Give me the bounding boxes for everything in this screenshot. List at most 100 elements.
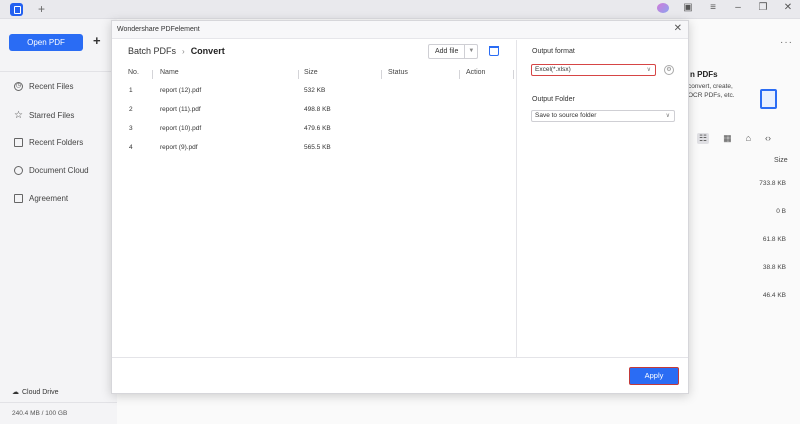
file-size: 61.8 KB (762, 236, 786, 243)
table-row[interactable]: 2 report (11).pdf 498.8 KB (124, 105, 514, 117)
cloud-icon (14, 166, 23, 175)
chevron-down-icon: ∨ (646, 67, 651, 73)
promo-title: n PDFs (690, 70, 718, 79)
table-row[interactable]: 3 report (10).pdf 479.6 KB (124, 124, 514, 136)
output-format-value: Excel(*.xlsx) (535, 66, 571, 73)
document-icon (14, 194, 23, 203)
row-name: report (10).pdf (160, 125, 202, 132)
add-icon[interactable]: + (93, 33, 101, 48)
column-divider[interactable] (152, 70, 153, 79)
row-size: 532 KB (304, 87, 326, 94)
settings-icon[interactable]: ⚙ (664, 65, 674, 75)
view-toolbar: ☷ ▦ ⌂ ‹› (697, 133, 771, 144)
options-pane (517, 40, 688, 357)
apply-button[interactable]: Apply (629, 367, 679, 385)
close-icon[interactable]: ✕ (674, 23, 682, 34)
output-folder-value: Save to source folder (535, 112, 597, 119)
column-divider[interactable] (459, 70, 460, 79)
window-controls: ▣ ≡ – ❐ ✕ (657, 2, 794, 13)
breadcrumb-parent[interactable]: Batch PDFs (128, 46, 176, 56)
sidebar: Open PDF + ◷ Recent Files ☆ Starred File… (0, 19, 117, 424)
column-divider[interactable] (298, 70, 299, 79)
sidebar-item-label: Recent Folders (29, 138, 84, 147)
clock-icon: ◷ (14, 82, 23, 91)
sidebar-item-starred-files[interactable]: ☆ Starred Files (14, 110, 74, 121)
column-divider[interactable] (513, 70, 514, 79)
add-file-label[interactable]: Add file (429, 45, 466, 58)
row-no: 2 (129, 106, 133, 113)
app-logo-icon (10, 3, 23, 16)
column-status: Status (388, 69, 408, 76)
add-file-button[interactable]: Add file ▼ (428, 44, 479, 59)
menu-icon[interactable]: ≡ (707, 2, 719, 13)
code-icon[interactable]: ‹› (765, 133, 771, 144)
row-size: 498.8 KB (304, 106, 331, 113)
file-size: 46.4 KB (762, 292, 786, 299)
output-folder-label: Output Folder (532, 96, 575, 103)
column-divider[interactable] (381, 70, 382, 79)
divider (112, 357, 688, 358)
sidebar-item-recent-folders[interactable]: Recent Folders (14, 138, 83, 147)
avatar[interactable] (657, 2, 669, 13)
file-size: 0 B (776, 208, 786, 215)
grid-view-icon[interactable]: ▦ (723, 133, 732, 144)
dialog-title: Wondershare PDFelement (117, 26, 200, 33)
star-icon: ☆ (14, 110, 23, 121)
cloud-icon: ☁ (12, 389, 19, 396)
more-options-icon[interactable]: ··· (780, 37, 793, 48)
output-format-select[interactable]: Excel(*.xlsx) ∨ (531, 64, 656, 76)
trash-icon[interactable] (489, 46, 499, 56)
row-no: 1 (129, 87, 133, 94)
row-no: 4 (129, 144, 133, 151)
sidebar-item-label: Document Cloud (29, 166, 89, 175)
output-format-label: Output format (532, 48, 575, 55)
new-tab-icon[interactable]: + (38, 2, 45, 16)
close-window-icon[interactable]: ✕ (782, 2, 794, 13)
list-view-icon[interactable]: ☷ (697, 133, 710, 144)
cloud-drive-label: Cloud Drive (22, 388, 59, 396)
breadcrumb: Batch PDFs › Convert (128, 46, 225, 56)
chevron-down-icon[interactable]: ▼ (465, 45, 477, 58)
table-header: No. Name Size Status Action (124, 68, 514, 80)
folder-icon (14, 138, 23, 147)
dialog-header: Wondershare PDFelement ✕ (112, 21, 688, 39)
row-name: report (9).pdf (160, 144, 198, 151)
sidebar-item-label: Recent Files (29, 82, 74, 91)
breadcrumb-current: Convert (190, 46, 225, 56)
row-size: 565.5 KB (304, 144, 331, 151)
sidebar-item-label: Agreement (29, 194, 69, 203)
table-row[interactable]: 4 report (9).pdf 565.5 KB (124, 143, 514, 155)
column-name: Name (160, 69, 179, 76)
open-pdf-button[interactable]: Open PDF (9, 34, 83, 51)
storage-usage: 240.4 MB / 100 GB (12, 410, 68, 417)
column-no: No. (128, 69, 139, 76)
file-size: 38.8 KB (762, 264, 786, 271)
delete-icon[interactable]: ⌂ (746, 133, 751, 144)
output-folder-select[interactable]: Save to source folder ∨ (531, 110, 675, 122)
message-icon[interactable]: ▣ (682, 2, 694, 13)
sidebar-item-label: Starred Files (28, 111, 75, 120)
row-size: 479.6 KB (304, 125, 331, 132)
column-size: Size (304, 69, 318, 76)
chevron-down-icon: ∨ (665, 113, 670, 119)
document-icon (760, 89, 777, 109)
divider (0, 71, 117, 72)
sidebar-item-recent-files[interactable]: ◷ Recent Files (14, 82, 73, 91)
minimize-icon[interactable]: – (732, 2, 744, 13)
file-size: 733.8 KB (759, 180, 786, 187)
table-row[interactable]: 1 report (12).pdf 532 KB (124, 86, 514, 98)
column-action: Action (466, 69, 486, 76)
row-name: report (12).pdf (160, 87, 202, 94)
maximize-icon[interactable]: ❐ (757, 2, 769, 13)
sidebar-item-agreement[interactable]: Agreement (14, 194, 68, 203)
divider (516, 40, 517, 357)
row-no: 3 (129, 125, 133, 132)
chevron-right-icon: › (182, 46, 185, 56)
sidebar-item-document-cloud[interactable]: Document Cloud (14, 166, 89, 175)
cloud-drive-link[interactable]: ☁ Cloud Drive (12, 388, 59, 397)
batch-convert-dialog: Wondershare PDFelement ✕ Batch PDFs › Co… (111, 20, 689, 394)
divider (0, 402, 117, 403)
promo-text: convert, create, OCR PDFs, etc. (688, 83, 735, 99)
size-column-header: Size (774, 157, 788, 164)
title-bar: + ▣ ≡ – ❐ ✕ (0, 0, 800, 19)
